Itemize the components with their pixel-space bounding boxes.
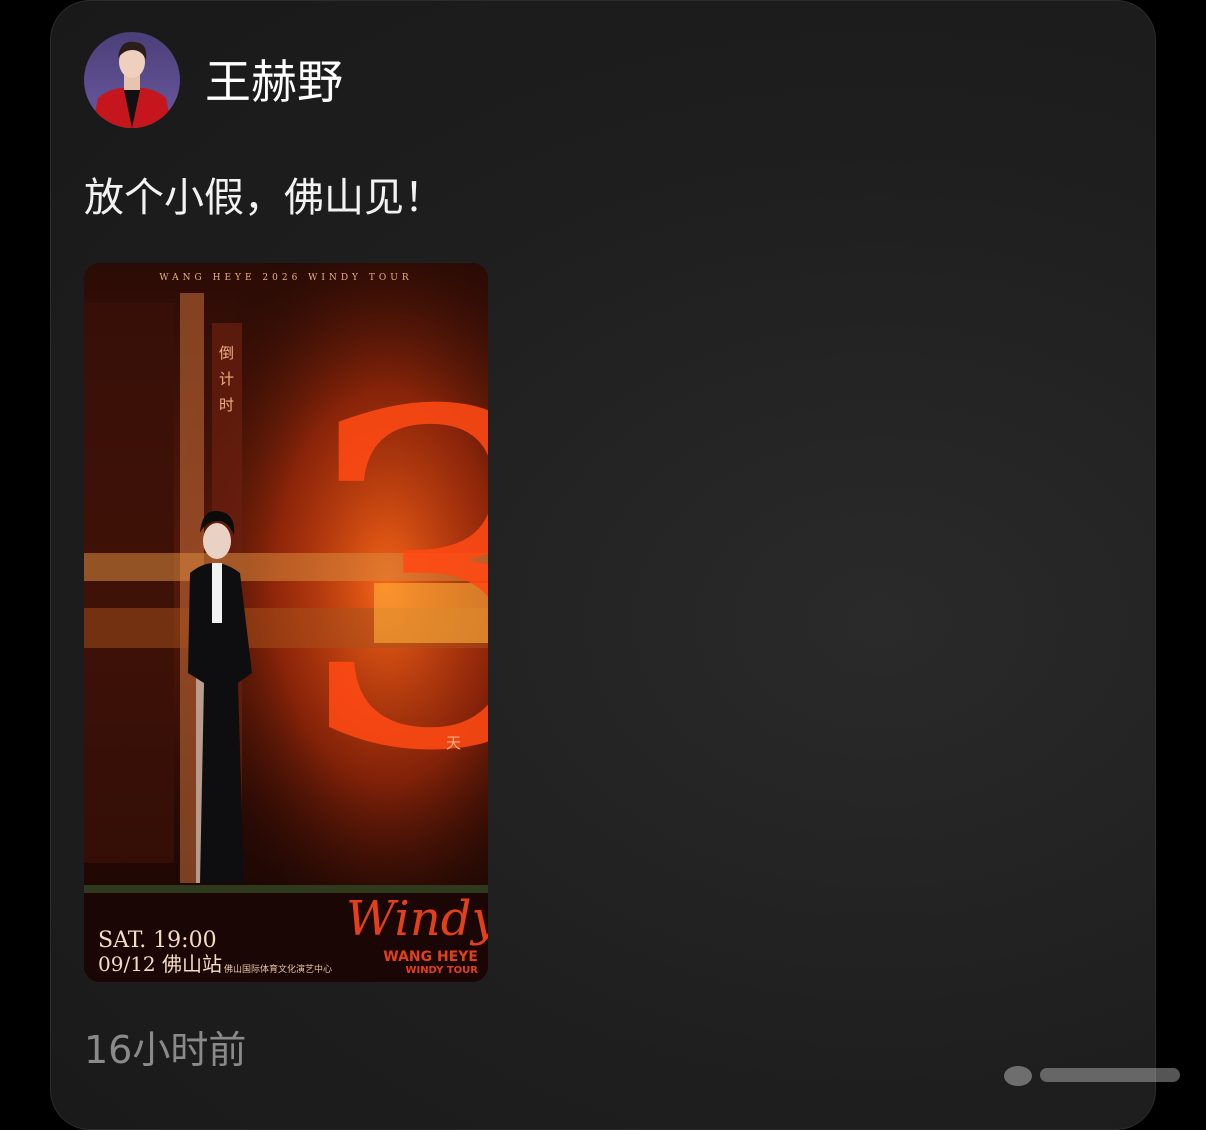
script-title: Windy — [346, 891, 488, 947]
weibo-watermark-icon — [1000, 1052, 1196, 1092]
venue-name: 佛山国际体育文化演艺中心 — [224, 963, 332, 975]
author-name[interactable]: 王赫野 — [205, 52, 343, 112]
show-time: SAT. 19:00 — [98, 928, 217, 953]
concert-poster: 3 WANG HEYE 2026 WINDY TOUR 天 SAT. 19:00… — [84, 263, 488, 982]
brand-line-1: WANG HEYE — [383, 949, 478, 965]
countdown-label-char: 时 — [219, 396, 234, 414]
post-text: 放个小假，佛山见！ — [84, 175, 444, 221]
show-date-city: 09/12 佛山站 — [98, 952, 222, 976]
countdown-label-char: 计 — [219, 370, 234, 388]
countdown-unit: 天 — [446, 734, 461, 752]
author-avatar[interactable] — [84, 32, 180, 128]
avatar-photo-icon — [84, 32, 180, 128]
countdown-number: 3 — [294, 317, 488, 852]
tour-header: WANG HEYE 2026 WINDY TOUR — [159, 273, 412, 283]
post-timestamp: 16小时前 — [84, 1028, 247, 1072]
countdown-label-char: 倒 — [219, 344, 234, 362]
brand-line-2: WINDY TOUR — [405, 965, 478, 976]
post-image[interactable]: 3 WANG HEYE 2026 WINDY TOUR 天 SAT. 19:00… — [84, 263, 488, 982]
